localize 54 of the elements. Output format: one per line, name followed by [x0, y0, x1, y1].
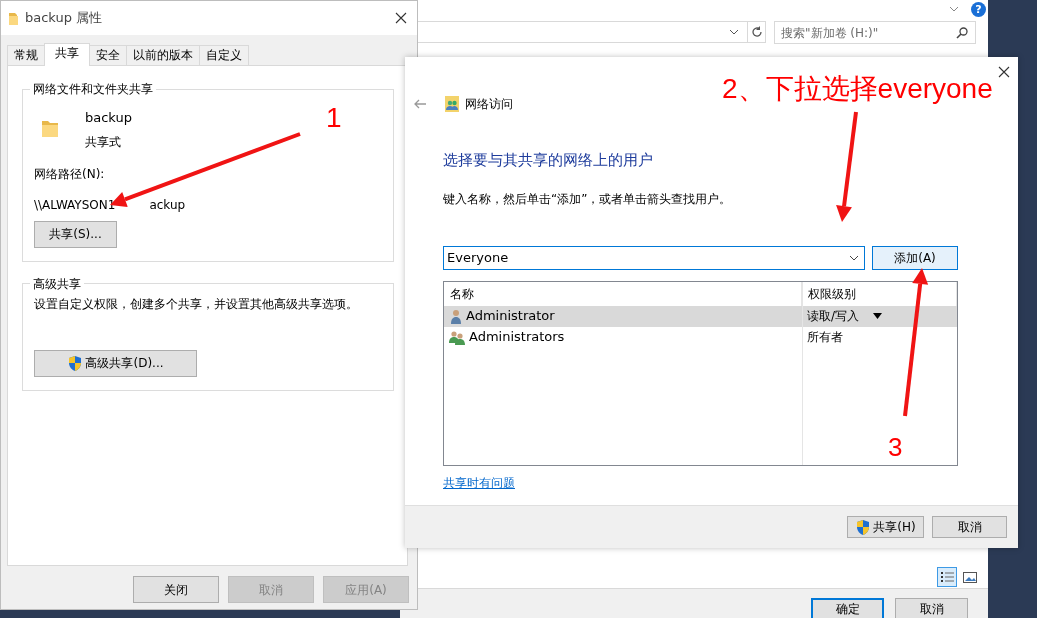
annotation-text: 3 — [888, 434, 903, 460]
help-button[interactable]: ? — [971, 1, 986, 17]
user-row[interactable]: Administrators 所有者 — [444, 326, 957, 348]
shield-icon — [67, 354, 84, 372]
description-text: 设置自定义权限，创建多个共享，并设置其他高级共享选项。 — [34, 295, 359, 313]
share-button[interactable]: 共享(S)... — [34, 220, 117, 248]
close-icon[interactable] — [998, 66, 1010, 78]
cancel-button[interactable]: 取消 — [932, 516, 1007, 538]
refresh-icon[interactable] — [750, 26, 763, 38]
user-icon — [449, 308, 463, 324]
folder-name: backup — [85, 109, 132, 127]
user-name: Administrator — [466, 307, 555, 326]
user-row[interactable]: Administrator 读取/写入 — [444, 305, 957, 327]
details-view-button[interactable] — [937, 567, 957, 587]
chevron-icon[interactable] — [849, 254, 859, 261]
search-icon[interactable] — [956, 27, 968, 39]
users-icon — [445, 96, 459, 112]
close-button[interactable]: 关闭 — [133, 576, 219, 603]
column-header[interactable]: 名称 — [444, 281, 802, 306]
add-button[interactable]: 添加(A) — [872, 245, 958, 270]
caret-icon — [873, 313, 883, 319]
help-link[interactable]: 共享时有问题 — [443, 473, 515, 492]
tab[interactable]: 自定义 — [199, 45, 249, 66]
window-title: backup 属性 — [25, 9, 103, 28]
user-name-combobox[interactable]: Everyone — [443, 245, 865, 270]
folder-icon — [9, 11, 19, 25]
list-icon — [940, 571, 954, 583]
cancel-button[interactable]: 取消 — [895, 598, 968, 618]
refresh-button[interactable] — [747, 22, 765, 42]
user-name: Administrators — [469, 328, 565, 347]
group-title: 高级共享 — [32, 276, 82, 291]
advanced-sharing-button[interactable]: 高级共享(D)... — [34, 349, 197, 377]
back-arrow-icon[interactable] — [413, 99, 427, 109]
network-path: \\ALWAYSON1 — [34, 196, 116, 214]
chevron-icon[interactable] — [729, 29, 739, 35]
group-title: 网络文件和文件夹共享 — [32, 82, 154, 96]
permission-dropdown[interactable]: 读取/写入 — [807, 307, 883, 325]
users-icon — [449, 329, 466, 345]
annotation-text: 1 — [326, 104, 342, 132]
share-state: 共享式 — [85, 133, 122, 151]
network-path: ackup — [149, 196, 186, 214]
path-label: 网络路径(N): — [34, 165, 106, 183]
search-field[interactable]: 搜索"新加卷 (H:)" — [774, 21, 976, 44]
permission-text: 所有者 — [807, 329, 843, 346]
tab[interactable]: 常规 — [7, 45, 45, 66]
dialog-title: 网络访问 — [465, 96, 513, 113]
image-icon — [963, 571, 977, 583]
heading-text: 选择要与其共享的网络上的用户 — [443, 150, 654, 171]
close-icon[interactable] — [395, 12, 407, 24]
tab[interactable]: 共享 — [44, 43, 90, 66]
ok-button[interactable]: 确定 — [811, 598, 884, 618]
instruction-text: 键入名称，然后单击“添加”，或者单击箭头查找用户。 — [443, 190, 733, 208]
share-button[interactable]: 共享(H) — [847, 516, 924, 538]
annotation-text: 2、下拉选择everyone — [722, 75, 993, 103]
